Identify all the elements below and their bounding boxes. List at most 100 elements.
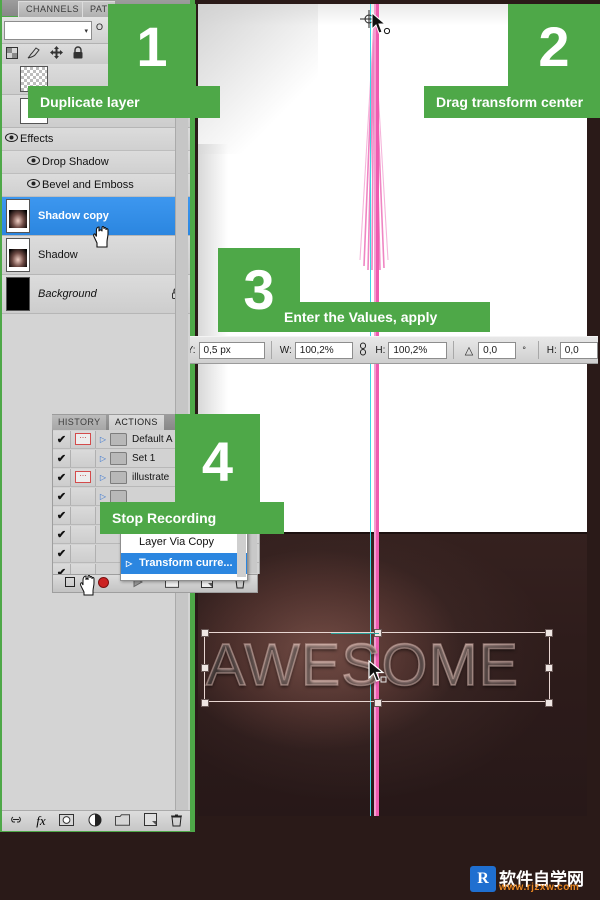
- canvas-shadow-topleft: [198, 4, 318, 154]
- layer-row-background[interactable]: Background: [2, 275, 190, 314]
- expand-triangle-icon[interactable]: ▷: [96, 454, 110, 463]
- lock-all-icon[interactable]: [72, 46, 84, 62]
- action-toggle-checkbox[interactable]: ✔: [53, 487, 71, 505]
- lock-transparency-icon[interactable]: [6, 46, 18, 62]
- action-modal-toggle[interactable]: [71, 449, 96, 467]
- add-layer-style-fx-icon[interactable]: fx: [36, 813, 45, 829]
- action-toggle-checkbox[interactable]: ✔: [53, 430, 71, 448]
- layer-name-shadow-copy[interactable]: Shadow copy: [38, 210, 109, 222]
- lock-position-icon[interactable]: [50, 46, 63, 62]
- transform-handle-tr[interactable]: [545, 629, 553, 637]
- new-adjustment-layer-icon[interactable]: [88, 813, 102, 830]
- layer-thumbnail-background[interactable]: [6, 277, 30, 311]
- context-item-layer-via-copy[interactable]: Layer Via Copy: [121, 532, 247, 553]
- divider-2: [270, 341, 272, 359]
- modal-box-icon: ⋯: [75, 433, 91, 445]
- eye-icon-effects[interactable]: [2, 133, 20, 145]
- height-label: H:: [375, 344, 386, 356]
- degree-symbol: °: [522, 345, 526, 355]
- transform-handle-mr[interactable]: [545, 664, 553, 672]
- effects-group-row[interactable]: Effects: [2, 128, 190, 151]
- action-modal-toggle[interactable]: [71, 487, 96, 505]
- action-set-name[interactable]: Set 1: [132, 453, 155, 464]
- context-item-transform-current-label: Transform curre...: [139, 557, 233, 569]
- action-modal-toggle[interactable]: [71, 525, 96, 543]
- height-input[interactable]: 100,2%: [388, 341, 447, 359]
- submenu-scrollbar[interactable]: [237, 533, 246, 577]
- action-toggle-checkbox[interactable]: ✔: [53, 449, 71, 467]
- layer-name-background[interactable]: Background: [38, 288, 97, 300]
- record-icon[interactable]: [97, 576, 110, 592]
- action-toggle-checkbox[interactable]: ✔: [53, 544, 71, 562]
- tab-channels[interactable]: CHANNELS: [18, 1, 87, 17]
- effect-row-bevel-emboss[interactable]: Bevel and Emboss: [2, 174, 190, 197]
- document-canvas[interactable]: AWESOME AWESOME: [198, 4, 590, 816]
- chevron-down-icon[interactable]: ▾: [84, 27, 88, 35]
- new-layer-icon[interactable]: [143, 813, 157, 829]
- transform-handle-ml[interactable]: [201, 664, 209, 672]
- layers-panel-footer[interactable]: fx: [2, 810, 190, 831]
- callout-number-2: 2: [508, 4, 600, 90]
- effect-label-drop-shadow: Drop Shadow: [42, 156, 109, 168]
- link-layers-icon[interactable]: [9, 814, 23, 828]
- tab-history[interactable]: HISTORY: [52, 415, 107, 430]
- eye-icon-drop-shadow[interactable]: [24, 156, 42, 168]
- transform-handle-bc[interactable]: [374, 699, 382, 707]
- layer-thumbnail-shadow[interactable]: [6, 238, 30, 272]
- action-modal-toggle[interactable]: ⋯: [71, 468, 96, 486]
- action-toggle-checkbox[interactable]: ✔: [53, 525, 71, 543]
- transform-selection-box[interactable]: [201, 629, 553, 707]
- skew-h-input[interactable]: 0,0: [559, 341, 598, 359]
- add-layer-mask-icon[interactable]: [59, 813, 75, 829]
- transform-handle-tl[interactable]: [201, 629, 209, 637]
- eye-icon-bevel-emboss[interactable]: [24, 179, 42, 191]
- layer-thumbnail-shadow-copy[interactable]: [6, 199, 30, 233]
- expand-triangle-icon[interactable]: ▷: [96, 473, 110, 482]
- action-modal-toggle[interactable]: [71, 544, 96, 562]
- action-toggle-checkbox[interactable]: ✔: [53, 468, 71, 486]
- divider-3: [452, 341, 454, 359]
- rotate-angle-icon: △: [464, 344, 474, 357]
- delete-layer-trash-icon[interactable]: [170, 813, 183, 830]
- context-item-transform-current[interactable]: ▷ Transform curre...: [121, 553, 247, 574]
- transform-handle-bl[interactable]: [201, 699, 209, 707]
- callout-label-4: Stop Recording: [100, 502, 284, 534]
- action-toggle-checkbox[interactable]: ✔: [53, 506, 71, 524]
- effect-row-drop-shadow[interactable]: Drop Shadow: [2, 151, 190, 174]
- stop-recording-icon[interactable]: [64, 576, 76, 591]
- action-modal-toggle[interactable]: [71, 506, 96, 524]
- transform-handle-br[interactable]: [545, 699, 553, 707]
- action-set-folder-icon: [110, 432, 127, 446]
- blend-mode-select[interactable]: ▾: [4, 21, 92, 40]
- submenu-arrow-icon: ▷: [126, 559, 133, 568]
- y-input[interactable]: 0,5 px: [198, 341, 265, 359]
- action-modal-toggle[interactable]: [71, 563, 96, 574]
- layer-row-shadow[interactable]: Shadow: [2, 236, 190, 275]
- callout-number-1: 1: [108, 4, 196, 90]
- action-modal-toggle[interactable]: ⋯: [71, 430, 96, 448]
- actions-context-submenu[interactable]: Layer Via Copy ▷ Transform curre...: [120, 531, 248, 581]
- expand-triangle-icon[interactable]: ▷: [96, 492, 110, 501]
- expand-triangle-icon[interactable]: ▷: [96, 435, 110, 444]
- new-group-icon[interactable]: [115, 813, 131, 829]
- watermark-site-url: www.rjzxw.com: [499, 882, 580, 893]
- teal-segment: [331, 633, 379, 634]
- link-chain-icon[interactable]: [358, 342, 368, 359]
- tab-actions[interactable]: ACTIONS: [109, 415, 164, 430]
- width-input[interactable]: 100,2%: [294, 341, 354, 359]
- action-toggle-checkbox[interactable]: ✔: [53, 563, 71, 574]
- layer-name-shadow[interactable]: Shadow: [38, 249, 78, 261]
- canvas-right-edge: [587, 4, 590, 816]
- action-set-name[interactable]: Default A: [132, 434, 173, 445]
- action-set-folder-icon: [110, 451, 127, 465]
- watermark: R 软件自学网 www.rjzxw.com: [470, 866, 592, 894]
- action-set-folder-icon: [110, 489, 127, 503]
- skew-h-label: H:: [546, 344, 557, 356]
- layer-row-shadow-copy[interactable]: Shadow copy: [2, 197, 190, 236]
- callout-label-2: Drag transform center: [424, 86, 600, 118]
- effect-label-bevel-emboss: Bevel and Emboss: [42, 179, 134, 191]
- angle-input[interactable]: 0,0: [478, 341, 517, 359]
- modal-box-icon: ⋯: [75, 471, 91, 483]
- lock-image-icon[interactable]: [27, 46, 41, 62]
- action-set-name[interactable]: illustrate: [132, 472, 169, 483]
